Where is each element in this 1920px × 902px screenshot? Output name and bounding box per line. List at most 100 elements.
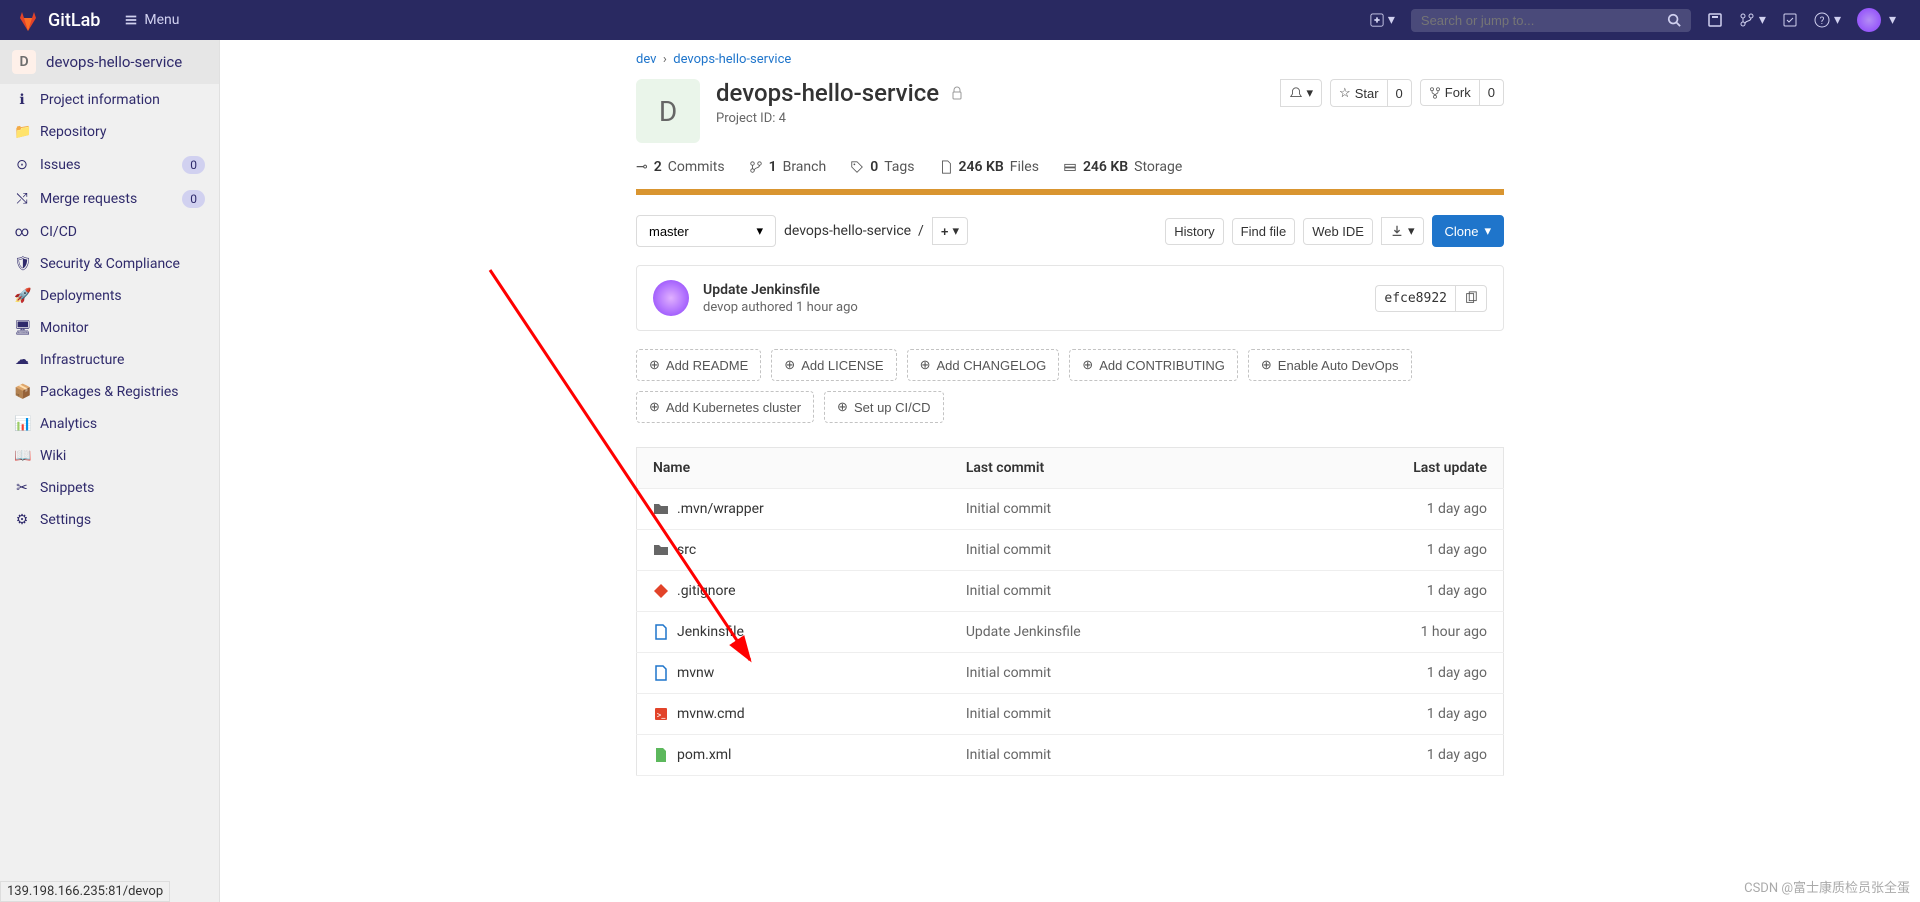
search-box[interactable] [1411,9,1691,32]
stat-commits[interactable]: ⊸ 2 Commits [636,159,725,175]
star-button[interactable]: ☆ Star [1330,79,1387,107]
stat-files[interactable]: 246 KB Files [939,159,1039,175]
tag-icon [850,160,864,174]
quick-action-set-up-ci-cd[interactable]: ⊕ Set up CI/CD [824,391,944,423]
star-label: Star [1355,86,1379,101]
web-ide-button[interactable]: Web IDE [1303,218,1373,245]
project-avatar: D [636,79,700,143]
new-button[interactable]: ▾ [1362,8,1403,32]
quick-action-add-kubernetes-cluster[interactable]: ⊕ Add Kubernetes cluster [636,391,814,423]
file-update: 1 hour ago [1271,612,1503,653]
file-row[interactable]: pom.xmlInitial commit1 day ago [637,735,1504,776]
file-name: Jenkinsfile [677,624,744,640]
sidebar-label: Security & Compliance [40,256,205,272]
history-button[interactable]: History [1165,218,1223,245]
plus-icon: ⊕ [649,399,660,415]
sidebar-item-snippets[interactable]: ✂Snippets [0,472,219,504]
gitlab-logo[interactable]: GitLab [16,8,100,32]
file-type-icon [653,583,669,599]
branch-select[interactable]: master ▾ [636,215,776,247]
notification-button[interactable]: ▾ [1280,79,1323,107]
chevron-down-icon: ▾ [1889,12,1896,28]
sidebar-icon: 🛡 [14,256,30,272]
quick-action-add-readme[interactable]: ⊕ Add README [636,349,761,381]
file-icon [939,160,953,174]
breadcrumb-project[interactable]: devops-hello-service [673,52,791,67]
col-commit: Last commit [950,448,1271,489]
file-row[interactable]: >_mvnw.cmdInitial commit1 day ago [637,694,1504,735]
breadcrumb-group[interactable]: dev [636,52,656,67]
quick-action-add-contributing[interactable]: ⊕ Add CONTRIBUTING [1069,349,1238,381]
menu-button[interactable]: Menu [124,12,179,28]
commit-sha[interactable]: efce8922 [1375,285,1455,312]
sidebar-item-analytics[interactable]: 📊Analytics [0,408,219,440]
todo-icon-btn[interactable] [1774,8,1806,32]
search-input[interactable] [1421,13,1667,28]
menu-label: Menu [144,12,179,28]
merge-icon [1739,12,1755,28]
fork-count[interactable]: 0 [1479,79,1504,106]
sidebar-item-project-information[interactable]: ℹProject information [0,84,219,116]
fork-button[interactable]: Fork [1420,79,1479,106]
quick-action-add-license[interactable]: ⊕ Add LICENSE [771,349,896,381]
user-menu-chevron[interactable]: ▾ [1881,8,1904,32]
issues-icon-btn[interactable] [1699,8,1731,32]
file-type-icon [653,542,669,558]
find-file-button[interactable]: Find file [1232,218,1296,245]
sidebar-item-infrastructure[interactable]: ☁Infrastructure [0,344,219,376]
sidebar-icon: 📖 [14,448,30,464]
sidebar-item-wiki[interactable]: 📖Wiki [0,440,219,472]
file-commit: Initial commit [950,489,1271,530]
plus-icon [1370,13,1384,27]
last-commit-box: Update Jenkinsfile devop authored 1 hour… [636,265,1504,331]
file-row[interactable]: .mvn/wrapper Initial commit1 day ago [637,489,1504,530]
stat-branches[interactable]: 1 Branch [749,159,827,175]
sidebar-icon: 🖥 [14,320,30,336]
commit-author-avatar[interactable] [653,280,689,316]
path-breadcrumb[interactable]: devops-hello-service / [784,223,924,239]
chevron-down-icon: ▾ [1388,12,1395,28]
file-update: 1 day ago [1271,653,1503,694]
sidebar: D devops-hello-service ℹProject informat… [0,40,220,902]
file-row[interactable]: mvnwInitial commit1 day ago [637,653,1504,694]
download-button[interactable]: ▾ [1381,217,1424,245]
user-avatar[interactable] [1857,8,1881,32]
fork-icon [1429,87,1441,99]
sidebar-icon: 📦 [14,384,30,400]
breadcrumb: dev › devops-hello-service [636,52,1504,67]
sidebar-item-ci-cd[interactable]: ∞CI/CD [0,216,219,248]
sidebar-item-repository[interactable]: 📁Repository [0,116,219,148]
clone-button[interactable]: Clone ▾ [1432,215,1505,247]
quick-action-add-changelog[interactable]: ⊕ Add CHANGELOG [907,349,1060,381]
ci-status-bar[interactable] [636,189,1504,195]
stat-storage[interactable]: 246 KB Storage [1063,159,1182,175]
copy-sha-button[interactable] [1455,285,1487,312]
sidebar-label: Packages & Registries [40,384,205,400]
sidebar-project-header[interactable]: D devops-hello-service [0,40,219,84]
sidebar-item-settings[interactable]: ⚙Settings [0,504,219,536]
file-update: 1 day ago [1271,489,1503,530]
file-name: .mvn/wrapper [677,501,764,517]
commit-message[interactable]: Update Jenkinsfile [703,282,1361,298]
sidebar-item-merge-requests[interactable]: ⤭Merge requests0 [0,182,219,216]
file-row[interactable]: .gitignoreInitial commit1 day ago [637,571,1504,612]
sidebar-icon: 🚀 [14,288,30,304]
merge-icon-btn[interactable]: ▾ [1731,8,1774,32]
sidebar-item-issues[interactable]: ⊙Issues0 [0,148,219,182]
file-update: 1 day ago [1271,530,1503,571]
star-count[interactable]: 0 [1387,79,1412,107]
sidebar-item-packages-registries[interactable]: 📦 Packages & Registries [0,376,219,408]
sidebar-item-security-compliance[interactable]: 🛡 Security & Compliance [0,248,219,280]
quick-action-enable-auto-devops[interactable]: ⊕ Enable Auto DevOps [1248,349,1412,381]
stat-tags[interactable]: 0 Tags [850,159,914,175]
sidebar-icon: 📁 [14,124,30,140]
add-file-button[interactable]: + ▾ [932,217,968,245]
col-name: Name [637,448,950,489]
help-icon-btn[interactable]: ?▾ [1806,8,1849,32]
file-row[interactable]: JenkinsfileUpdate Jenkinsfile1 hour ago [637,612,1504,653]
sidebar-item-deployments[interactable]: 🚀Deployments [0,280,219,312]
commit-meta: devop authored 1 hour ago [703,300,1361,315]
bell-icon [1289,86,1303,100]
sidebar-item-monitor[interactable]: 🖥Monitor [0,312,219,344]
file-row[interactable]: srcInitial commit1 day ago [637,530,1504,571]
